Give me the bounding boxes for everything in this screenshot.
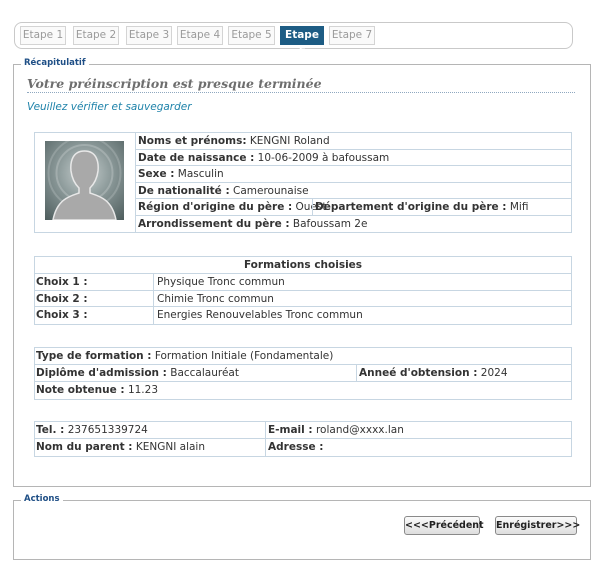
step-navigation: Etape 1 Etape 2 Etape 3 Etape 4 Etape 5 …	[14, 22, 573, 58]
table-row: Diplôme d'admission : Baccalauréat Anneé…	[35, 365, 571, 382]
region-label: Région d'origine du père :	[138, 201, 293, 213]
save-button[interactable]: Enrégistrer>>>	[495, 516, 580, 535]
nationality-value: Camerounaise	[232, 184, 309, 197]
table-row: Choix 3 : Energies Renouvelables Tronc co…	[35, 307, 571, 324]
step-1[interactable]: Etape 1	[20, 26, 66, 45]
choice-label: Choix 2 :	[36, 292, 88, 305]
page-title: Votre préinscription est presque terminé…	[27, 77, 575, 93]
name-label: Noms et prénoms:	[138, 135, 247, 147]
page-subtitle: Veuillez vérifier et sauvegarder	[27, 101, 192, 113]
dob-row: Date de naissance : 10-06-2009 à bafouss…	[136, 150, 571, 166]
previous-button[interactable]: <<<Précédent	[404, 516, 484, 535]
department-label: Département d'origine du père :	[315, 201, 507, 213]
choice-value: Physique Tronc commun	[153, 274, 571, 290]
grade-value: 11.23	[127, 384, 158, 396]
step-7[interactable]: Etape 7	[329, 26, 375, 45]
name-row: Noms et prénoms: KENGNI Roland	[136, 133, 571, 150]
address-label: Adresse :	[268, 441, 324, 453]
table-row: Type de formation : Formation Initiale (…	[35, 348, 571, 365]
department-value: Mifi	[509, 201, 529, 213]
table-row: Note obtenue : 11.23	[35, 382, 571, 399]
choice-value: Energies Renouvelables Tronc commun	[153, 307, 571, 324]
diploma-label: Diplôme d'admission :	[36, 367, 167, 379]
actions-legend: Actions	[21, 494, 63, 504]
sex-value: Masculin	[177, 168, 224, 180]
district-value: Bafoussam 2e	[292, 217, 368, 230]
email-label: E-mail :	[268, 424, 313, 436]
choice-value: Chimie Tronc commun	[153, 290, 571, 306]
dob-value: 10-06-2009 à bafoussam	[257, 151, 390, 164]
diploma-value: Baccalauréat	[170, 367, 239, 379]
recap-fieldset: Récapitulatif Votre préinscription est p…	[13, 58, 591, 487]
photo-cell	[35, 133, 136, 232]
origin-row: Région d'origine du père : Ouest Départe…	[136, 199, 571, 216]
formations-table: Formations choisies Choix 1 : Physique Tr…	[34, 256, 572, 325]
year-label: Anneé d'obtension :	[359, 367, 478, 379]
parent-label: Nom du parent :	[36, 441, 133, 453]
email-value: roland@xxxx.lan	[315, 424, 404, 436]
training-type-label: Type de formation :	[36, 350, 152, 362]
tel-label: Tel. :	[36, 424, 65, 436]
step-2[interactable]: Etape 2	[73, 26, 119, 45]
formations-header: Formations choisies	[35, 257, 571, 274]
grade-label: Note obtenue :	[36, 384, 125, 396]
district-label: Arrondissement du père :	[138, 217, 290, 230]
recap-legend: Récapitulatif	[21, 58, 89, 68]
step-5[interactable]: Etape 5	[228, 26, 275, 45]
choice-label: Choix 3 :	[36, 309, 88, 321]
table-row: Choix 2 : Chimie Tronc commun	[35, 290, 571, 307]
parent-value: KENGNI alain	[135, 441, 206, 453]
contact-table: Tel. : 237651339724 E-mail : roland@xxxx…	[34, 421, 572, 457]
step-4[interactable]: Etape 4	[177, 26, 223, 45]
sex-row: Sexe : Masculin	[136, 166, 571, 183]
district-row: Arrondissement du père : Bafoussam 2e	[136, 216, 571, 233]
step-3[interactable]: Etape 3	[126, 26, 172, 45]
table-row: Nom du parent : KENGNI alain Adresse :	[35, 439, 571, 456]
sex-label: Sexe :	[138, 168, 175, 180]
nationality-row: De nationalité : Camerounaise	[136, 183, 571, 199]
choice-label: Choix 1 :	[36, 276, 88, 288]
year-value: 2024	[480, 367, 508, 379]
nationality-label: De nationalité :	[138, 184, 230, 197]
person-silhouette-icon	[45, 141, 124, 220]
tel-value: 237651339724	[67, 424, 148, 436]
identity-table: Noms et prénoms: KENGNI Roland Date de n…	[34, 132, 572, 233]
dob-label: Date de naissance :	[138, 151, 255, 164]
training-table: Type de formation : Formation Initiale (…	[34, 347, 572, 400]
name-value: KENGNI Roland	[249, 135, 330, 147]
actions-fieldset: Actions <<<Précédent Enrégistrer>>>	[13, 494, 591, 560]
table-row: Tel. : 237651339724 E-mail : roland@xxxx…	[35, 422, 571, 439]
step-6-current[interactable]: Etape 6	[280, 26, 324, 58]
table-row: Choix 1 : Physique Tronc commun	[35, 274, 571, 291]
training-type-value: Formation Initiale (Fondamentale)	[154, 350, 334, 362]
